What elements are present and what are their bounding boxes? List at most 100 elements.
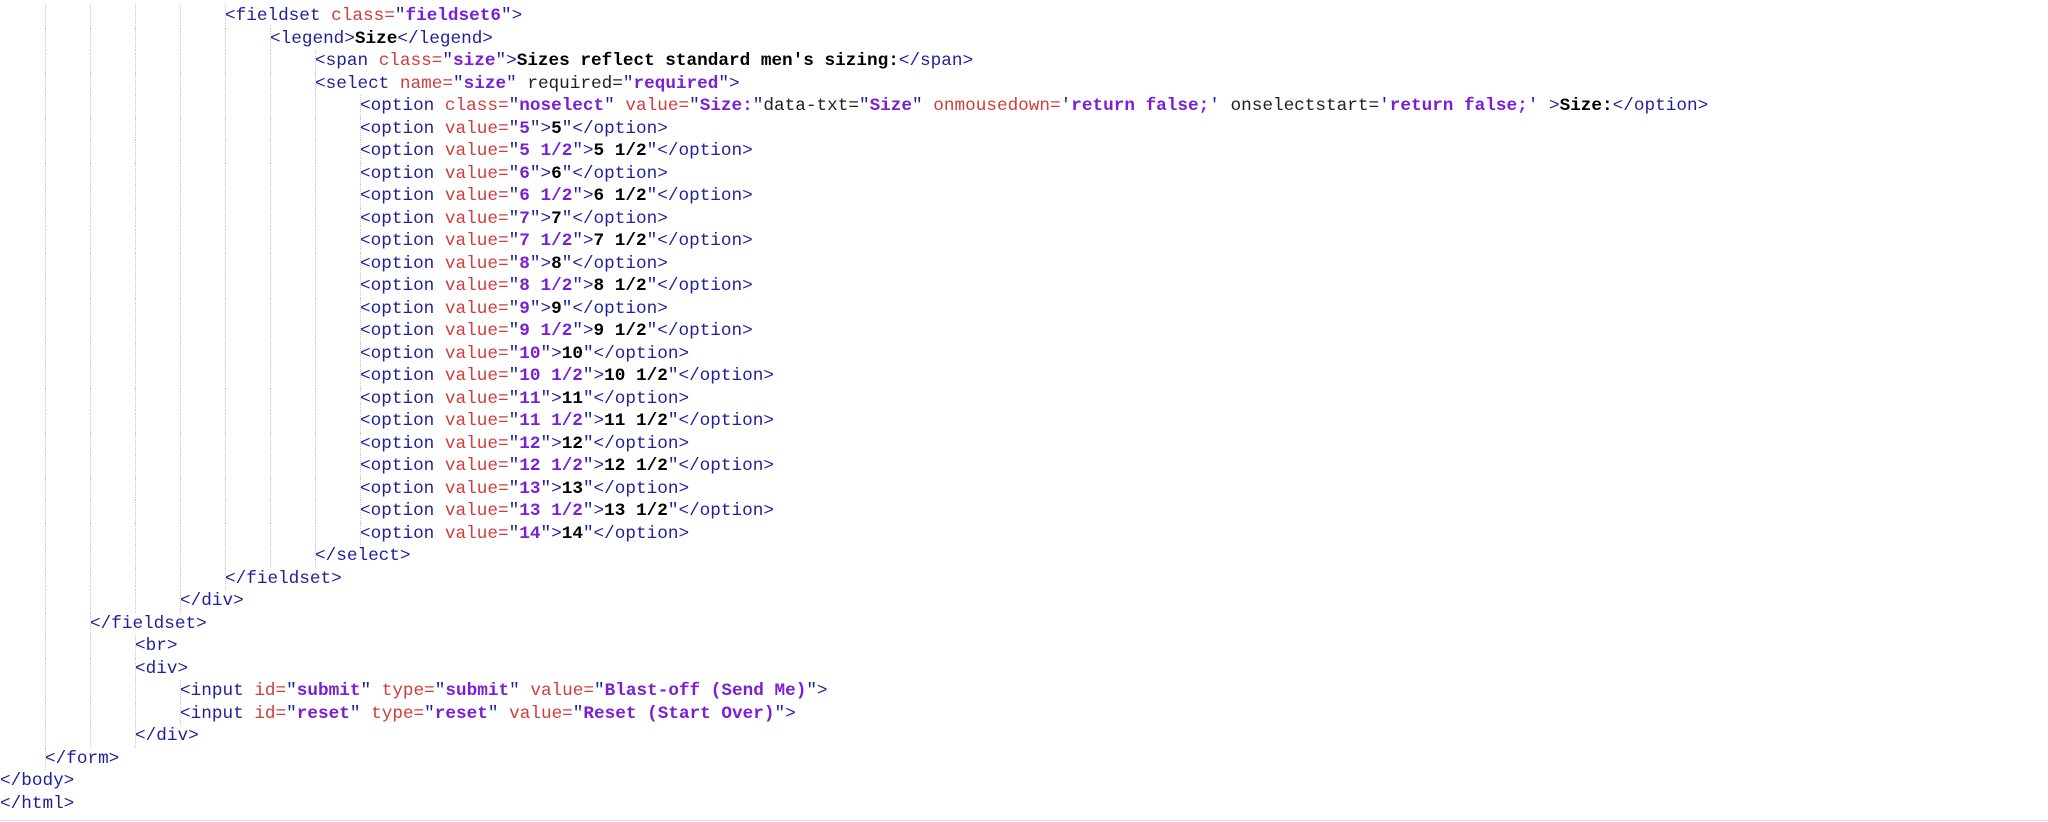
code-token: "</option> (561, 118, 668, 139)
code-token: value= (444, 478, 509, 499)
indent-guide (90, 365, 91, 388)
indent-guide (315, 387, 316, 410)
code-line[interactable]: <option value="8 1/2">8 1/2"</option> (0, 275, 1708, 298)
code-line[interactable]: </html> (0, 793, 1708, 816)
indent-guide (90, 545, 91, 568)
code-token: "</option> (582, 343, 690, 364)
code-line[interactable]: <input id="submit" type="submit" value="… (0, 680, 1708, 703)
code-line[interactable]: <option value="13 1/2">13 1/2"</option> (0, 500, 1708, 523)
indent-guide (45, 567, 46, 590)
indent-guide (225, 275, 226, 298)
code-line-text: <fieldset class="fieldset6"> (225, 6, 522, 26)
code-line[interactable]: <div> (0, 657, 1708, 680)
indent-guide (135, 702, 136, 725)
code-view[interactable]: <fieldset class="fieldset6"> <legend>Size… (0, 5, 1708, 815)
code-line[interactable]: </select> (0, 545, 1708, 568)
indent-guide (270, 387, 271, 410)
code-token: "</option> (667, 411, 774, 431)
indent-guide (45, 275, 46, 298)
code-token: <option (360, 388, 445, 409)
code-line[interactable]: <br> (0, 635, 1708, 658)
code-line[interactable]: <option class="noselect" value="Size:"da… (0, 95, 1708, 118)
indent-guide (270, 432, 271, 455)
indent-guide (180, 207, 181, 230)
code-line[interactable]: <option value="5 1/2">5 1/2"</option> (0, 140, 1708, 163)
code-token: ' (1060, 96, 1072, 116)
code-token: " (508, 456, 520, 476)
code-line[interactable]: <option value="5">5"</option> (0, 117, 1708, 140)
code-token: "</option> (646, 276, 753, 296)
code-line[interactable]: <option value="10 1/2">10 1/2"</option> (0, 365, 1708, 388)
code-token: <option (360, 366, 445, 386)
code-line[interactable]: </body> (0, 770, 1708, 793)
code-token: type= (381, 681, 435, 701)
code-token: 7 1/2 (519, 231, 573, 251)
code-line[interactable]: <input id="reset" type="reset" value="Re… (0, 702, 1708, 725)
code-token: "> (540, 523, 562, 544)
code-line[interactable]: <option value="11">11"</option> (0, 387, 1708, 410)
code-line[interactable]: <option value="9">9"</option> (0, 297, 1708, 320)
indent-guide (135, 140, 136, 163)
indent-guide (90, 320, 91, 343)
code-token: 6 (551, 163, 562, 184)
code-token: <option (360, 343, 445, 364)
indent-guide (315, 297, 316, 320)
indent-guide (90, 455, 91, 478)
code-line[interactable]: <option value="12 1/2">12 1/2"</option> (0, 455, 1708, 478)
code-token: " (349, 703, 372, 724)
indent-guide (45, 725, 46, 748)
code-line-text: <option value="10">10"</option> (360, 344, 689, 364)
indent-guide (270, 95, 271, 118)
code-line-text: <option value="8">8"</option> (360, 254, 668, 274)
indent-guide (90, 162, 91, 185)
code-line[interactable]: </div> (0, 725, 1708, 748)
code-token: "> (529, 208, 552, 229)
indent-guide (225, 50, 226, 73)
code-line[interactable]: <option value="13">13"</option> (0, 477, 1708, 500)
code-line[interactable]: <option value="7">7"</option> (0, 207, 1708, 230)
code-line[interactable]: <select name="size" required="required"> (0, 72, 1708, 95)
indent-guide (315, 342, 316, 365)
code-line[interactable]: <option value="6">6"</option> (0, 162, 1708, 185)
code-line[interactable]: <option value="8">8"</option> (0, 252, 1708, 275)
code-token: <option (360, 276, 445, 296)
code-line[interactable]: <fieldset class="fieldset6"> (0, 5, 1708, 28)
code-line[interactable]: <option value="14">14"</option> (0, 522, 1708, 545)
code-line[interactable]: </div> (0, 590, 1708, 613)
code-token: "</option> (582, 478, 690, 499)
code-token: "> (572, 186, 594, 206)
indent-guide (45, 432, 46, 455)
code-line[interactable]: <span class="size">Sizes reflect standar… (0, 50, 1708, 73)
indent-guide (135, 410, 136, 433)
code-token: 6 1/2 (519, 186, 573, 206)
code-token: value= (444, 163, 509, 184)
code-token: submit (296, 681, 361, 701)
code-line[interactable]: </fieldset> (0, 612, 1708, 635)
indent-guide (180, 567, 181, 590)
code-token: <option (360, 523, 445, 544)
indent-guide (225, 387, 226, 410)
code-line[interactable]: <option value="9 1/2">9 1/2"</option> (0, 320, 1708, 343)
code-token: <option (360, 208, 445, 229)
code-token: class= (444, 96, 509, 116)
code-line[interactable]: <option value="7 1/2">7 1/2"</option> (0, 230, 1708, 253)
code-line[interactable]: <option value="11 1/2">11 1/2"</option> (0, 410, 1708, 433)
code-token: value= (444, 388, 509, 409)
indent-guide (90, 657, 91, 680)
code-token: 13 (561, 478, 583, 499)
indent-guide (270, 185, 271, 208)
code-editor[interactable]: <fieldset class="fieldset6"> <legend>Size… (0, 0, 2048, 822)
code-token: required (633, 73, 719, 94)
code-token: size (453, 51, 496, 71)
code-token: "> (529, 163, 552, 184)
code-line[interactable]: </form> (0, 747, 1708, 770)
code-line[interactable]: <option value="6 1/2">6 1/2"</option> (0, 185, 1708, 208)
indent-guide (45, 207, 46, 230)
code-line[interactable]: <option value="12">12"</option> (0, 432, 1708, 455)
code-line[interactable]: <legend>Size</legend> (0, 27, 1708, 50)
code-line[interactable]: </fieldset> (0, 567, 1708, 590)
code-line[interactable]: <option value="10">10"</option> (0, 342, 1708, 365)
indent-guide (90, 680, 91, 703)
code-token: reset (296, 703, 350, 724)
indent-guide (90, 185, 91, 208)
